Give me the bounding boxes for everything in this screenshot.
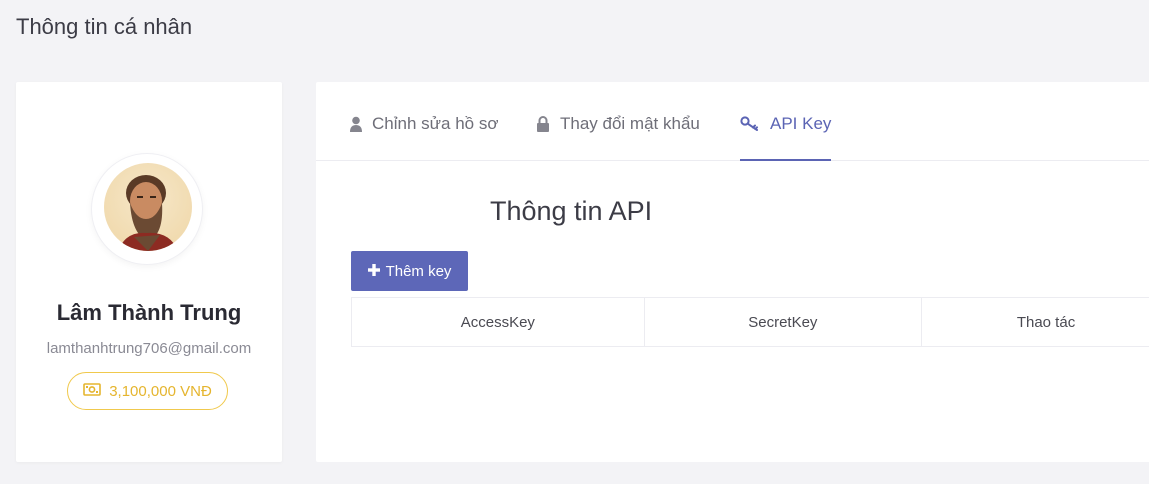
main-card: Chỉnh sửa hồ sơ Thay đổi mật khẩu API Ke…	[316, 82, 1149, 462]
api-key-table: AccessKey SecretKey Thao tác	[351, 297, 1149, 347]
column-header-secretkey: SecretKey	[643, 297, 923, 347]
balance-amount: 3,100,000 VNĐ	[109, 382, 212, 400]
profile-tabs: Chỉnh sửa hồ sơ Thay đổi mật khẩu API Ke…	[316, 82, 1149, 161]
tab-change-password[interactable]: Thay đổi mật khẩu	[536, 114, 700, 160]
column-header-actions: Thao tác	[921, 297, 1149, 347]
money-bill-icon	[83, 382, 102, 400]
table-header-row: AccessKey SecretKey Thao tác	[351, 297, 1149, 347]
balance-badge: 3,100,000 VNĐ	[67, 372, 228, 410]
profile-card: Lâm Thành Trung lamthanhtrung706@gmail.c…	[16, 82, 282, 462]
add-key-button[interactable]: Thêm key	[351, 251, 468, 291]
profile-email: lamthanhtrung706@gmail.com	[46, 340, 252, 357]
plus-icon	[367, 263, 380, 280]
tab-label: Thay đổi mật khẩu	[560, 114, 700, 133]
avatar	[104, 163, 192, 251]
key-icon	[740, 114, 760, 137]
avatar-ring	[92, 154, 202, 264]
user-icon	[350, 114, 362, 137]
profile-name: Lâm Thành Trung	[56, 300, 242, 325]
api-section-title: Thông tin API	[490, 196, 653, 226]
tab-edit-profile[interactable]: Chỉnh sửa hồ sơ	[350, 114, 498, 160]
tab-label: API Key	[770, 114, 832, 133]
add-key-label: Thêm key	[385, 262, 452, 280]
page-title: Thông tin cá nhân	[16, 14, 193, 39]
column-header-accesskey: AccessKey	[351, 297, 645, 347]
tab-label: Chỉnh sửa hồ sơ	[372, 114, 499, 133]
lock-icon	[536, 114, 550, 137]
tab-api-key[interactable]: API Key	[740, 114, 832, 161]
